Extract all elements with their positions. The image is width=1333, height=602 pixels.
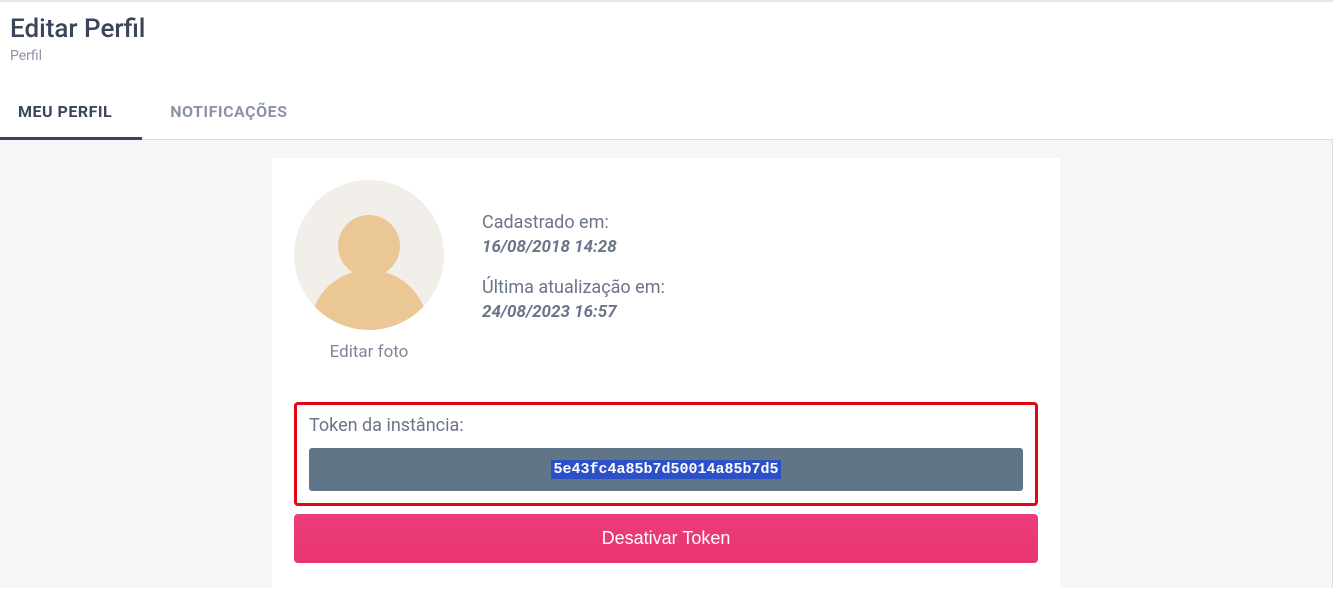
deactivate-token-button[interactable]: Desativar Token (294, 514, 1038, 563)
avatar-icon (294, 180, 444, 330)
token-label: Token da instância: (309, 415, 1023, 436)
profile-row: Editar foto Cadastrado em: 16/08/2018 14… (294, 180, 1038, 362)
tabs: MEU PERFIL NOTIFICAÇÕES (0, 102, 1333, 140)
edit-photo-link[interactable]: Editar foto (330, 342, 409, 362)
token-section: Token da instância: 5e43fc4a85b7d50014a8… (294, 402, 1038, 506)
updated-value: 24/08/2023 16:57 (482, 302, 665, 322)
profile-info: Cadastrado em: 16/08/2018 14:28 Última a… (482, 180, 665, 342)
page-title: Editar Perfil (10, 14, 1323, 44)
tab-notifications[interactable]: NOTIFICAÇÕES (170, 102, 287, 139)
token-value: 5e43fc4a85b7d50014a85b7d5 (551, 460, 780, 479)
avatar-column: Editar foto (294, 180, 444, 362)
token-value-box[interactable]: 5e43fc4a85b7d50014a85b7d5 (309, 448, 1023, 491)
profile-card: Editar foto Cadastrado em: 16/08/2018 14… (272, 158, 1060, 588)
registered-label: Cadastrado em: (482, 212, 665, 233)
breadcrumb: Perfil (10, 48, 1323, 64)
registered-value: 16/08/2018 14:28 (482, 237, 665, 257)
tab-my-profile[interactable]: MEU PERFIL (18, 102, 112, 139)
content-area: Editar foto Cadastrado em: 16/08/2018 14… (0, 140, 1333, 588)
updated-label: Última atualização em: (482, 277, 665, 298)
page-header: Editar Perfil Perfil (0, 2, 1333, 64)
